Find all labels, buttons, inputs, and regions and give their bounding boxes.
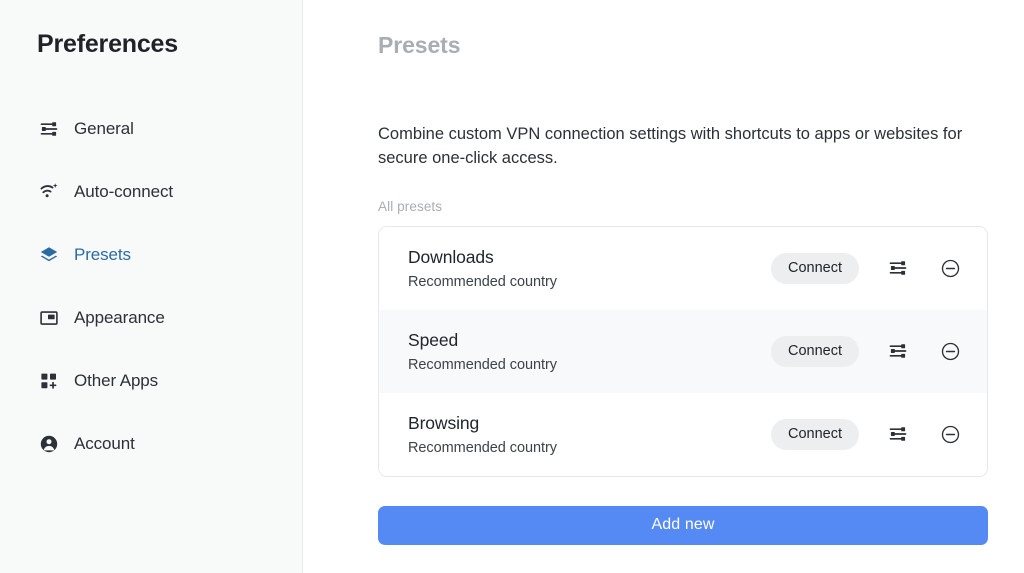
preset-settings-button[interactable] — [883, 336, 913, 366]
connect-button[interactable]: Connect — [770, 335, 859, 367]
preset-remove-button[interactable] — [935, 336, 965, 366]
sidebar-item-label: Auto-connect — [74, 182, 173, 201]
preset-name: Downloads — [408, 246, 494, 267]
minus-circle-icon — [940, 424, 961, 445]
wifi-sparkle-icon — [38, 181, 60, 203]
add-new-button[interactable]: Add new — [378, 505, 988, 545]
sidebar-item-general[interactable]: General — [0, 111, 302, 146]
sidebar-item-auto-connect[interactable]: Auto-connect — [0, 174, 302, 209]
minus-circle-icon — [940, 258, 961, 279]
sidebar-item-account[interactable]: Account — [0, 426, 302, 461]
sidebar-item-label: Other Apps — [74, 371, 159, 390]
preset-info: Downloads Recommended country — [408, 247, 771, 290]
table-row[interactable]: Browsing Recommended country Connect — [379, 392, 987, 476]
sidebar-item-other-apps[interactable]: Other Apps — [0, 363, 302, 398]
preset-settings-button[interactable] — [883, 419, 913, 449]
connect-button[interactable]: Connect — [770, 418, 859, 450]
sidebar: Preferences General Auto-connect Presets… — [0, 0, 303, 573]
page-title: Preferences — [37, 30, 178, 58]
sidebar-item-presets[interactable]: Presets — [0, 237, 302, 272]
connect-button[interactable]: Connect — [770, 252, 859, 284]
table-row[interactable]: Downloads Recommended country Connect — [379, 226, 987, 310]
sliders-icon — [38, 118, 60, 140]
all-presets-label: All presets — [378, 198, 443, 214]
grid-plus-icon — [38, 370, 60, 392]
preset-name: Browsing — [408, 412, 480, 433]
preset-subtitle: Recommended country — [408, 439, 557, 456]
sliders-icon — [888, 424, 908, 444]
minus-circle-icon — [940, 341, 961, 362]
preset-remove-button[interactable] — [935, 253, 965, 283]
layers-icon — [38, 244, 60, 266]
preset-info: Browsing Recommended country — [408, 413, 771, 456]
sliders-icon — [888, 258, 908, 278]
section-description: Combine custom VPN connection settings w… — [378, 125, 963, 168]
presets-list: Downloads Recommended country Connect Sp… — [378, 225, 988, 477]
sidebar-item-label: Presets — [74, 245, 131, 264]
preferences-window: Preferences General Auto-connect Presets… — [0, 0, 1024, 573]
preset-subtitle: Recommended country — [408, 356, 557, 373]
window-icon — [38, 307, 60, 329]
preset-name: Speed — [408, 329, 459, 350]
sidebar-item-label: Account — [74, 434, 135, 453]
sliders-icon — [888, 341, 908, 361]
preset-info: Speed Recommended country — [408, 330, 771, 373]
table-row[interactable]: Speed Recommended country Connect — [379, 309, 987, 393]
preset-settings-button[interactable] — [883, 253, 913, 283]
preset-remove-button[interactable] — [935, 419, 965, 449]
user-circle-icon — [38, 433, 60, 455]
sidebar-nav: General Auto-connect Presets Appearance … — [0, 111, 302, 461]
preset-subtitle: Recommended country — [408, 273, 557, 290]
section-title: Presets — [378, 32, 461, 58]
sidebar-item-label: General — [74, 119, 134, 138]
sidebar-item-appearance[interactable]: Appearance — [0, 300, 302, 335]
main-content: Presets Combine custom VPN connection se… — [303, 0, 1024, 573]
sidebar-item-label: Appearance — [74, 308, 165, 327]
